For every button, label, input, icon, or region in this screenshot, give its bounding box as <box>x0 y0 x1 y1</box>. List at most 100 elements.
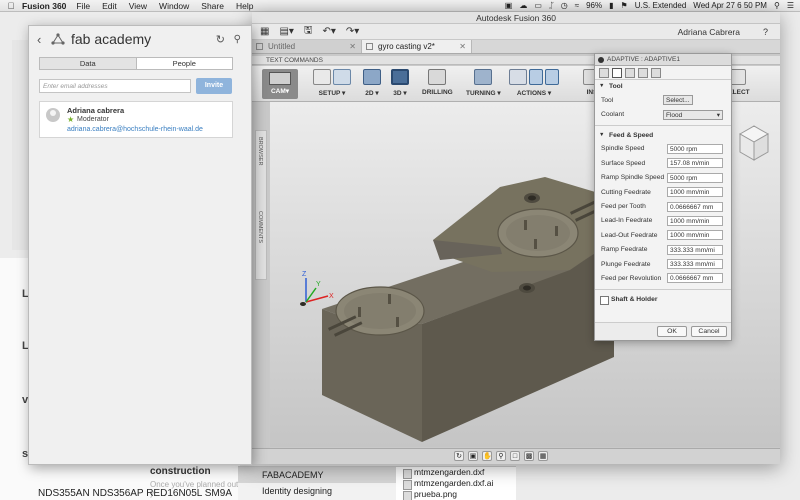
fit-icon[interactable]: □ <box>510 451 520 461</box>
pin <box>396 317 399 327</box>
ramp-spindle-speed-input[interactable]: 5000 rpm <box>667 172 723 183</box>
tab-label: gyro casting v2* <box>378 42 435 51</box>
menu-view[interactable]: View <box>129 1 147 11</box>
toolbar-group-setup[interactable]: SETUP ▾ <box>312 69 352 97</box>
field-row: Cutting Feedrate 1000 mm/min <box>595 185 731 199</box>
display-icon[interactable]: ▭ <box>534 1 542 10</box>
camera-icon[interactable]: ▣ <box>505 1 513 10</box>
toolbar-group-2d[interactable]: 2D ▾ <box>362 69 382 97</box>
time-machine-icon[interactable]: ◷ <box>561 1 568 10</box>
folder-item[interactable]: FABACADEMY <box>238 467 396 483</box>
redo-icon[interactable]: ↷▾ <box>346 26 359 37</box>
display-settings-icon[interactable]: ▩ <box>524 451 534 461</box>
toolbar-group-actions[interactable]: ACTIONS ▾ <box>508 69 560 97</box>
tab-data[interactable]: Data <box>40 58 136 69</box>
invite-email-input[interactable]: Enter email addresses <box>39 79 191 93</box>
tab-gyro-casting[interactable]: gyro casting v2* ✕ <box>362 40 472 53</box>
pin <box>555 226 558 236</box>
menu-edit[interactable]: Edit <box>102 1 117 11</box>
apple-icon[interactable]:  <box>0 1 22 11</box>
cam-workspace-icon <box>269 72 291 85</box>
orbit-icon[interactable]: ↻ <box>454 451 464 461</box>
file-item[interactable]: mtmzengarden.dxf.ai <box>396 478 516 490</box>
cutting-feedrate-input[interactable]: 1000 mm/min <box>667 187 723 198</box>
field-row: Surface Speed 157.08 m/min <box>595 156 731 170</box>
passes-tab-icon[interactable] <box>638 68 648 78</box>
tool-section-header[interactable]: Tool <box>595 80 731 93</box>
spotlight-icon[interactable]: ⚲ <box>774 1 780 10</box>
plunge-feedrate-input[interactable]: 333.333 mm/mi <box>667 259 723 270</box>
file-item[interactable]: mtmzengarden.dxf <box>396 467 516 479</box>
zoom-icon[interactable]: ⚲ <box>496 451 506 461</box>
undo-icon[interactable]: ↶▾ <box>322 26 335 37</box>
data-panel-icon[interactable]: ▦ <box>260 26 269 37</box>
close-icon[interactable]: ✕ <box>459 40 466 53</box>
ok-button[interactable]: OK <box>657 326 687 337</box>
field-label: Tool <box>601 96 614 104</box>
pocket-floor <box>344 293 416 329</box>
tool-select-button[interactable]: Select... <box>663 95 693 106</box>
toolbar-group-turning[interactable]: TURNING ▾ <box>466 69 501 97</box>
flag-icon[interactable]: ⚑ <box>621 1 628 10</box>
workspace-switcher[interactable]: CAM▾ <box>262 69 298 99</box>
file-menu-icon[interactable]: ▤▾ <box>279 26 293 37</box>
menu-window[interactable]: Window <box>159 1 189 11</box>
member-card[interactable]: Adriana cabrera ★ Moderator adriana.cabr… <box>39 101 233 138</box>
menu-help[interactable]: Help <box>236 1 253 11</box>
look-at-icon[interactable]: ▣ <box>468 451 478 461</box>
heights-tab-icon[interactable] <box>625 68 635 78</box>
folder-item[interactable]: Identity designing <box>238 483 396 499</box>
dialog-tabs <box>595 66 731 80</box>
menu-file[interactable]: File <box>76 1 90 11</box>
spindle-speed-input[interactable]: 5000 rpm <box>667 143 723 154</box>
save-icon[interactable]: 🖫 <box>304 23 313 40</box>
tab-untitled[interactable]: Untitled ✕ <box>252 40 362 53</box>
notification-center-icon[interactable]: ☰ <box>787 1 794 10</box>
invite-button[interactable]: Invite <box>196 78 232 94</box>
feed-per-revolution-input[interactable]: 0.0666667 mm <box>667 273 723 284</box>
tab-people[interactable]: People <box>135 58 232 69</box>
cancel-button[interactable]: Cancel <box>691 326 727 337</box>
turning-icon <box>474 69 493 85</box>
shaft-holder-checkbox[interactable]: Shaft & Holder <box>595 293 731 307</box>
geometry-tab-icon[interactable] <box>612 68 622 78</box>
lead-in-feedrate-input[interactable]: 1000 mm/min <box>667 215 723 226</box>
input-source[interactable]: U.S. Extended <box>635 1 687 10</box>
search-icon[interactable]: ⚲ <box>234 34 241 45</box>
battery-percent[interactable]: 96% <box>586 1 602 10</box>
comments-tab[interactable]: COMMENTS <box>257 211 263 243</box>
linking-tab-icon[interactable] <box>651 68 661 78</box>
close-icon[interactable]: ✕ <box>349 40 356 53</box>
dialog-title[interactable]: ADAPTIVE : ADAPTIVE1 <box>595 54 731 66</box>
menu-app-name[interactable]: Fusion 360 <box>22 1 66 11</box>
surface-speed-input[interactable]: 157.08 m/min <box>667 158 723 169</box>
toolbar-group-3d[interactable]: 3D ▾ <box>390 69 410 97</box>
background-file-list: mtmzengarden.dxf mtmzengarden.dxf.ai pru… <box>396 466 516 500</box>
battery-icon[interactable]: ▮ <box>609 1 613 10</box>
feed-per-tooth-input[interactable]: 0.0666667 mm <box>667 201 723 212</box>
wifi-icon[interactable]: ≈ <box>575 1 579 10</box>
toolbar-group-drilling[interactable]: DRILLING <box>422 69 453 96</box>
refresh-icon[interactable]: ↻ <box>216 33 225 46</box>
back-icon[interactable]: ‹ <box>37 32 51 47</box>
cloud-icon[interactable]: ☁ <box>519 1 527 10</box>
ramp-feedrate-input[interactable]: 333.333 mm/mi <box>667 244 723 255</box>
document-icon <box>366 43 373 50</box>
browser-tab[interactable]: BROWSER <box>257 137 263 165</box>
bluetooth-icon[interactable]: ᛢ <box>549 1 554 10</box>
feed-speed-section-header[interactable]: Feed & Speed <box>595 129 731 142</box>
coolant-select[interactable]: Flood <box>663 109 723 120</box>
grid-settings-icon[interactable]: ▦ <box>538 451 548 461</box>
workspace-label: CAM <box>270 88 286 95</box>
clock[interactable]: Wed Apr 27 6 50 PM <box>693 1 767 10</box>
lead-out-feedrate-input[interactable]: 1000 mm/min <box>667 230 723 241</box>
menu-share[interactable]: Share <box>201 1 224 11</box>
pan-icon[interactable]: ✋ <box>482 451 492 461</box>
file-item[interactable]: prueba.png <box>396 489 516 500</box>
help-icon[interactable]: ? <box>763 27 768 37</box>
tool-tab-icon[interactable] <box>599 68 609 78</box>
member-email-link[interactable]: adriana.cabrera@hochschule-rhein-waal.de <box>67 126 203 133</box>
user-menu[interactable]: Adriana Cabrera <box>678 27 740 37</box>
viewcube-icon[interactable] <box>736 124 772 164</box>
axis-label-y: Y <box>316 281 321 288</box>
